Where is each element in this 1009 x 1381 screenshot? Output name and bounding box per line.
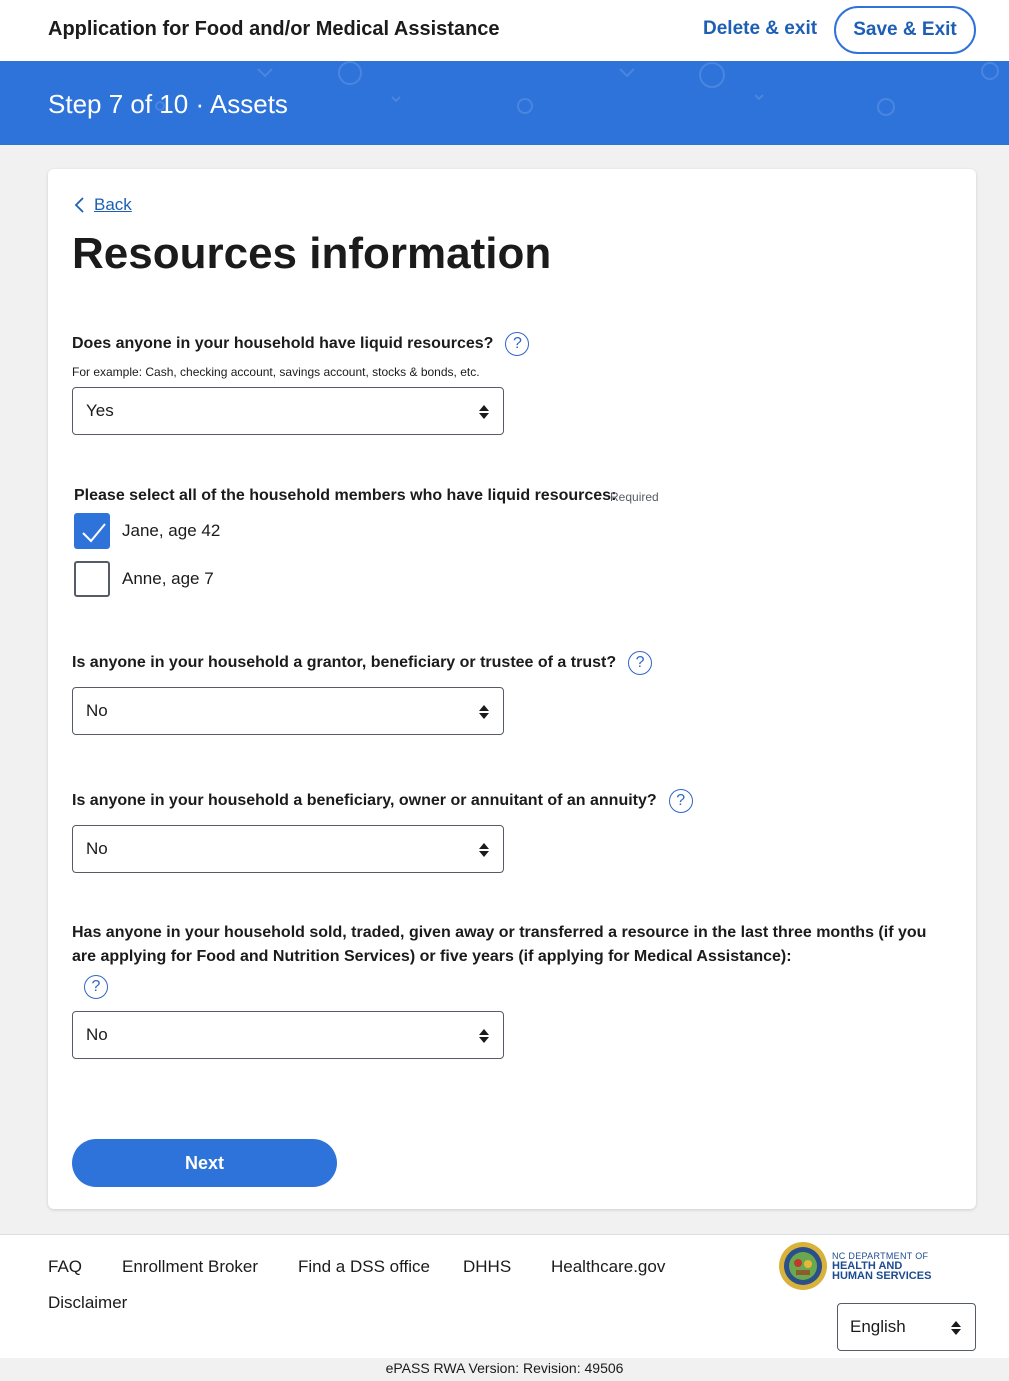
footer: FAQ Enrollment Broker Find a DSS office … <box>0 1234 1009 1358</box>
footer-link-find-dss[interactable]: Find a DSS office <box>298 1257 430 1277</box>
chevron-left-icon <box>74 197 84 213</box>
delete-exit-link[interactable]: Delete & exit <box>703 18 817 40</box>
select-value: Yes <box>86 401 114 420</box>
liquid-resources-hint: For example: Cash, checking account, sav… <box>72 365 480 379</box>
next-button[interactable]: Next <box>72 1139 337 1187</box>
back-link[interactable]: Back <box>74 195 132 215</box>
sort-arrows-icon <box>479 1029 489 1043</box>
back-label: Back <box>94 195 132 214</box>
save-exit-button[interactable]: Save & Exit <box>834 6 976 54</box>
transferred-resource-select[interactable]: No <box>72 1011 504 1059</box>
trust-select[interactable]: No <box>72 687 504 735</box>
help-icon[interactable]: ? <box>628 651 653 675</box>
liquid-resources-label: Does anyone in your household have liqui… <box>72 335 494 352</box>
top-header: Application for Food and/or Medical Assi… <box>0 0 1009 61</box>
select-value: No <box>86 1025 108 1044</box>
annuity-select[interactable]: No <box>72 825 504 873</box>
trust-question: Is anyone in your household a grantor, b… <box>72 651 653 675</box>
footer-link-healthcare[interactable]: Healthcare.gov <box>551 1257 665 1277</box>
required-tag: Required <box>610 490 659 504</box>
help-icon[interactable]: ? <box>84 975 108 999</box>
version-text: ePASS RWA Version: Revision: 49506 <box>385 1360 624 1376</box>
language-value: English <box>850 1317 906 1336</box>
footer-link-faq[interactable]: FAQ <box>48 1257 82 1277</box>
state-seal-icon <box>779 1242 827 1290</box>
trust-label: Is anyone in your household a grantor, b… <box>72 654 617 671</box>
sort-arrows-icon <box>479 843 489 857</box>
footer-link-enrollment-broker[interactable]: Enrollment Broker <box>122 1257 258 1277</box>
member-label: Anne, age 7 <box>122 569 214 588</box>
app-title: Application for Food and/or Medical Assi… <box>48 18 500 40</box>
members-label: Please select all of the household membe… <box>74 487 617 504</box>
checkmark-icon <box>82 523 106 543</box>
form-card: Back Resources information Does anyone i… <box>48 169 976 1209</box>
checkbox-checked[interactable] <box>74 513 110 549</box>
page-title: Resources information <box>72 229 552 278</box>
transferred-resource-label: Has anyone in your household sold, trade… <box>72 924 927 965</box>
checkbox-unchecked[interactable] <box>74 561 110 597</box>
help-icon[interactable]: ? <box>668 789 693 813</box>
select-value: No <box>86 839 108 858</box>
select-value: No <box>86 701 108 720</box>
language-select[interactable]: English <box>837 1303 976 1351</box>
sort-arrows-icon <box>479 705 489 719</box>
liquid-resources-question: Does anyone in your household have liqui… <box>72 332 530 356</box>
member-checkbox-anne[interactable]: Anne, age 7 <box>74 561 214 597</box>
logo-line-3: HUMAN SERVICES <box>832 1270 932 1282</box>
footer-link-disclaimer[interactable]: Disclaimer <box>48 1293 127 1313</box>
annuity-question: Is anyone in your household a beneficiar… <box>72 789 693 813</box>
member-label: Jane, age 42 <box>122 521 221 540</box>
step-banner: Step 7 of 10 · Assets <box>0 61 1009 145</box>
liquid-resources-select[interactable]: Yes <box>72 387 504 435</box>
ncdhhs-logo[interactable]: NC DEPARTMENT OF HEALTH AND HUMAN SERVIC… <box>778 1241 931 1291</box>
logo-text: NC DEPARTMENT OF HEALTH AND HUMAN SERVIC… <box>832 1251 932 1282</box>
step-title: Step 7 of 10 · Assets <box>48 89 288 119</box>
member-checkbox-jane[interactable]: Jane, age 42 <box>74 513 220 549</box>
sort-arrows-icon <box>479 405 489 419</box>
annuity-label: Is anyone in your household a beneficiar… <box>72 792 657 809</box>
footer-link-dhhs[interactable]: DHHS <box>463 1257 511 1277</box>
help-icon[interactable]: ? <box>505 332 530 356</box>
sort-arrows-icon <box>951 1321 961 1335</box>
